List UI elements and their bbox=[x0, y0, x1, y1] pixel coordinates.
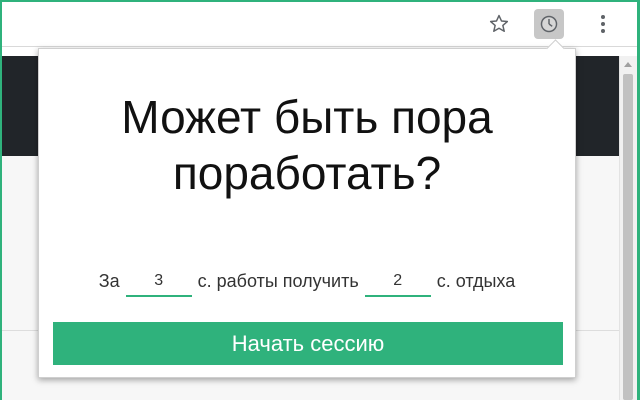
bookmark-star-icon[interactable] bbox=[484, 9, 514, 39]
session-suffix-label: с. отдыха bbox=[436, 271, 516, 291]
browser-toolbar bbox=[2, 2, 637, 47]
session-settings-row: За с. работы получить с. отдыха bbox=[39, 267, 575, 297]
session-prefix-label: За bbox=[98, 271, 120, 291]
extension-clock-icon[interactable] bbox=[534, 9, 564, 39]
session-middle-label: с. работы получить bbox=[197, 271, 359, 291]
more-vert-icon[interactable] bbox=[588, 9, 618, 39]
page-scrollbar[interactable] bbox=[619, 56, 637, 400]
work-seconds-input[interactable] bbox=[125, 269, 192, 297]
rest-seconds-input[interactable] bbox=[364, 269, 431, 297]
browser-window: Может быть пора поработать? За с. работы… bbox=[0, 0, 640, 400]
scroll-up-arrow-icon[interactable] bbox=[624, 62, 632, 67]
extension-popup: Может быть пора поработать? За с. работы… bbox=[38, 39, 576, 378]
start-session-button[interactable]: Начать сессию bbox=[53, 322, 563, 365]
scrollbar-thumb[interactable] bbox=[623, 74, 633, 400]
popup-title: Может быть пора поработать? bbox=[121, 91, 493, 199]
